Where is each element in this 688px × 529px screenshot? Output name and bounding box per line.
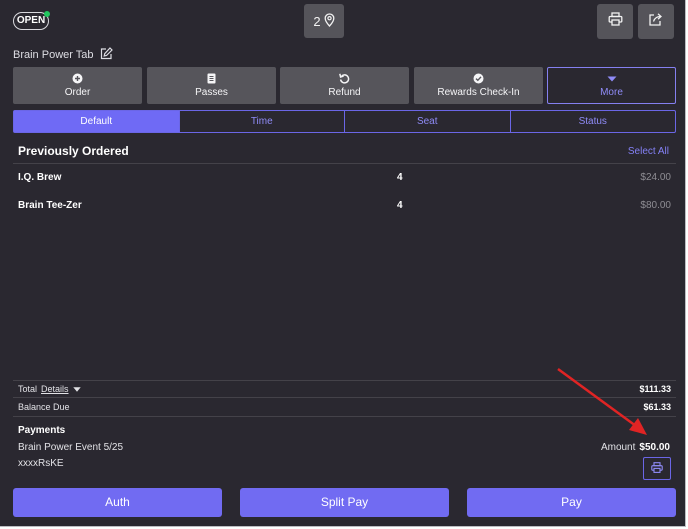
tab-status[interactable]: Status — [509, 111, 676, 132]
order-item-row[interactable]: Brain Tee-Zer 4 $80.00 — [13, 200, 676, 216]
rewards-checkin-label: Rewards Check-In — [437, 87, 520, 98]
order-button[interactable]: Order — [13, 67, 142, 104]
divider — [13, 163, 676, 164]
item-price: $24.00 — [640, 172, 671, 183]
item-qty: 4 — [397, 200, 403, 211]
more-button[interactable]: More — [547, 67, 676, 104]
balance-value: $61.33 — [643, 402, 671, 412]
rewards-checkin-button[interactable]: Rewards Check-In — [414, 67, 543, 104]
divider — [13, 416, 676, 417]
payment-card: xxxxRsKE — [18, 458, 64, 469]
amount-value: $50.00 — [639, 442, 670, 453]
undo-icon — [339, 73, 350, 84]
item-price: $80.00 — [640, 200, 671, 211]
total-label-group: Total Details — [18, 384, 81, 394]
item-name: I.Q. Brew — [18, 172, 62, 183]
view-mode-tabs: Default Time Seat Status — [13, 110, 676, 133]
item-name: Brain Tee-Zer — [18, 200, 82, 211]
ticket-icon — [207, 73, 216, 84]
print-receipt-button[interactable] — [643, 457, 671, 480]
select-all-link[interactable]: Select All — [628, 146, 669, 157]
check-circle-icon — [473, 73, 484, 84]
status-dot — [44, 11, 50, 17]
split-pay-button[interactable]: Split Pay — [240, 488, 449, 517]
passes-label: Passes — [195, 87, 228, 98]
tab-default[interactable]: Default — [14, 111, 179, 132]
caret-down-icon[interactable] — [72, 384, 81, 394]
tab-detail-window: OPEN 2 Brain Power Tab Order Passes Refu… — [0, 0, 686, 527]
details-link[interactable]: Details — [41, 384, 69, 394]
printer-icon — [608, 12, 623, 31]
refund-label: Refund — [328, 87, 361, 98]
tab-title: Brain Power Tab — [13, 47, 113, 63]
printer-icon — [651, 460, 663, 478]
total-value: $111.33 — [639, 384, 671, 394]
payment-amount: Amount $50.00 — [601, 442, 670, 453]
plus-circle-icon — [72, 73, 83, 84]
divider — [13, 397, 676, 398]
tab-name: Brain Power Tab — [13, 49, 94, 61]
more-label: More — [600, 87, 623, 98]
divider — [13, 380, 676, 381]
amount-label: Amount — [600, 442, 636, 453]
order-label: Order — [64, 87, 91, 98]
print-button[interactable] — [597, 4, 633, 39]
tab-seat[interactable]: Seat — [344, 111, 510, 132]
order-item-row[interactable]: I.Q. Brew 4 $24.00 — [13, 172, 676, 188]
pay-button[interactable]: Pay — [467, 488, 676, 517]
section-heading: Previously Ordered — [18, 144, 129, 158]
seat-count: 2 — [313, 13, 321, 29]
tab-time[interactable]: Time — [178, 111, 345, 132]
payment-name: Brain Power Event 5/25 — [18, 442, 124, 453]
share-icon — [648, 12, 664, 32]
caret-down-icon — [607, 73, 617, 84]
location-pin-icon — [324, 12, 335, 30]
payments-heading: Payments — [18, 425, 66, 436]
share-button[interactable] — [638, 4, 674, 39]
auth-button[interactable]: Auth — [13, 488, 222, 517]
edit-icon[interactable] — [100, 47, 113, 63]
seat-button[interactable]: 2 — [304, 4, 344, 38]
item-qty: 4 — [397, 172, 403, 183]
passes-button[interactable]: Passes — [147, 67, 276, 104]
balance-label: Balance Due — [18, 402, 70, 412]
total-label: Total — [18, 384, 38, 394]
refund-button[interactable]: Refund — [280, 67, 409, 104]
